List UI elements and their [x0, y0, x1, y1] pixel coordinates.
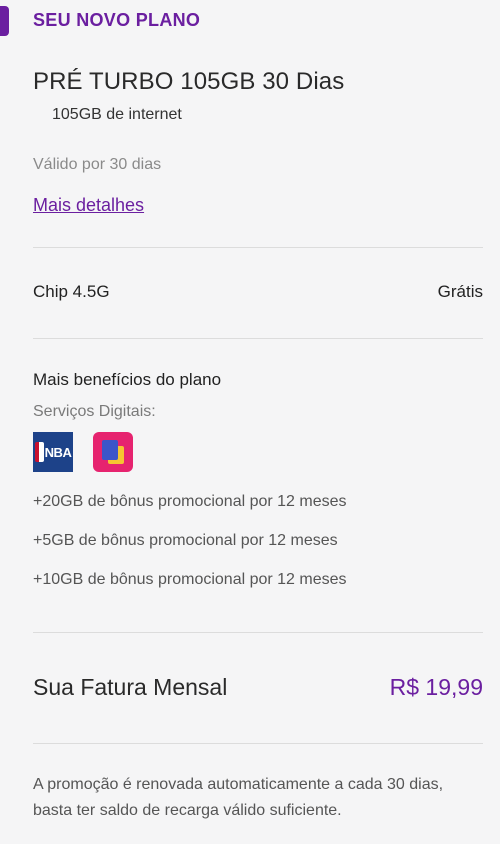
benefits-title: Mais benefícios do plano	[33, 370, 222, 389]
divider	[33, 338, 483, 339]
bonus-item: +20GB de bônus promocional por 12 meses	[33, 493, 347, 510]
monthly-bill-value: R$ 19,99	[389, 674, 483, 700]
section-accent-bar	[0, 6, 9, 36]
promotion-footnote: A promoção é renovada automaticamente a …	[33, 776, 444, 819]
bonus-item: +10GB de bônus promocional por 12 meses	[33, 571, 347, 588]
chip-label: Chip 4.5G	[33, 282, 110, 301]
divider	[33, 247, 483, 248]
monthly-bill-row: Sua Fatura Mensal R$ 19,99	[33, 674, 483, 701]
plan-data-allowance: 105GB de internet	[52, 106, 182, 123]
plan-name: PRÉ TURBO 105GB 30 Dias	[33, 68, 345, 95]
plan-validity: Válido por 30 dias	[33, 156, 162, 173]
section-title: SEU NOVO PLANO	[33, 10, 201, 30]
monthly-bill-label: Sua Fatura Mensal	[33, 674, 228, 700]
chip-row: Chip 4.5G Grátis	[33, 282, 483, 302]
bonus-item: +5GB de bônus promocional por 12 meses	[33, 532, 338, 549]
digital-services-list: NBA	[33, 432, 133, 472]
more-details-link[interactable]: Mais detalhes	[33, 195, 144, 216]
nba-logo-icon	[34, 442, 44, 462]
app-icon	[93, 432, 133, 472]
nba-icon: NBA	[33, 432, 73, 472]
divider	[33, 743, 483, 744]
nba-logo-text: NBA	[44, 444, 72, 460]
chip-price: Grátis	[437, 282, 483, 301]
divider	[33, 632, 483, 633]
digital-services-label: Serviços Digitais:	[33, 403, 156, 420]
